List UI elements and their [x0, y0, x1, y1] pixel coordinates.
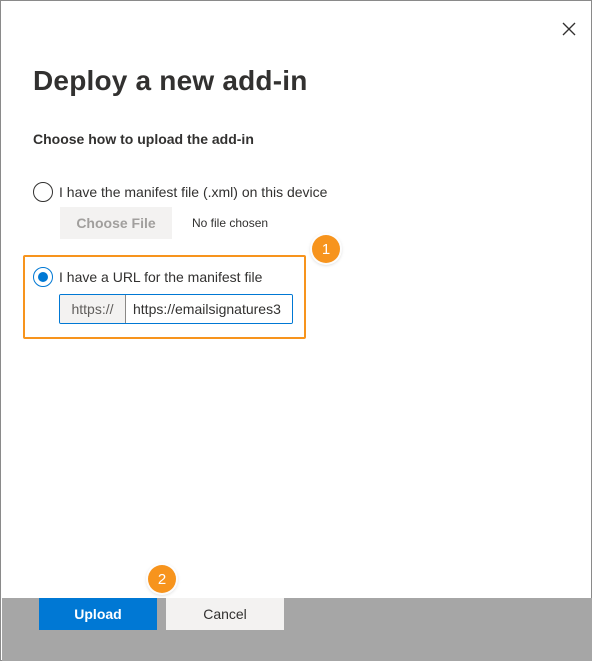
choose-file-button[interactable]: Choose File [60, 207, 172, 239]
radio-manifest-file-label: I have the manifest file (.xml) on this … [59, 184, 328, 200]
deploy-addin-dialog: Deploy a new add-in Choose how to upload… [0, 0, 592, 661]
cancel-button[interactable]: Cancel [166, 598, 284, 630]
radio-manifest-url-label: I have a URL for the manifest file [59, 269, 263, 285]
no-file-chosen-text: No file chosen [192, 216, 269, 230]
manifest-url-input[interactable] [126, 295, 292, 323]
close-icon [562, 22, 576, 36]
annotation-badge-2: 2 [148, 565, 176, 593]
close-button[interactable] [559, 19, 579, 39]
annotation-badge-1: 1 [312, 235, 340, 263]
dialog-title: Deploy a new add-in [33, 65, 308, 96]
url-prefix: https:// [60, 295, 126, 323]
manifest-url-field: https:// [59, 294, 293, 324]
radio-manifest-url[interactable] [33, 267, 53, 287]
radio-manifest-file[interactable] [33, 182, 53, 202]
upload-button[interactable]: Upload [39, 598, 157, 630]
dialog-subtitle: Choose how to upload the add-in [33, 131, 254, 147]
